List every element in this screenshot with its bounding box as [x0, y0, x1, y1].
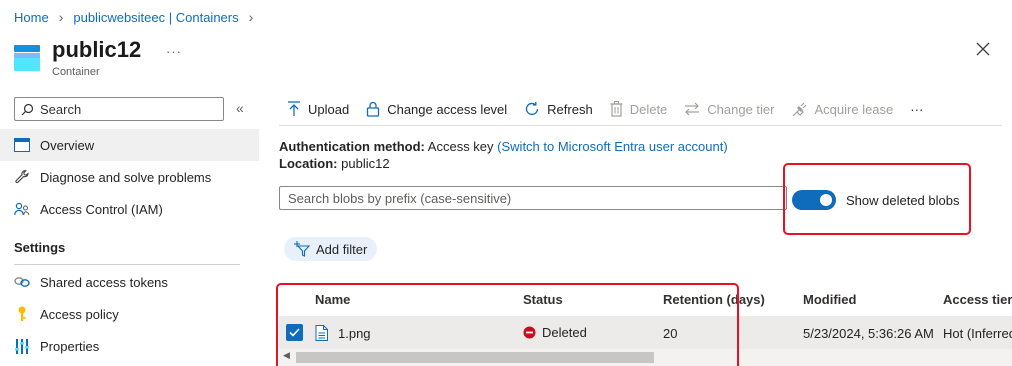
sidebar-item-access-control[interactable]: Access Control (IAM)	[0, 193, 259, 225]
delete-label: Delete	[629, 101, 668, 117]
column-header-modified[interactable]: Modified	[803, 292, 856, 307]
link-icon	[14, 274, 30, 290]
modified-cell: 5/23/2024, 5:36:26 AM	[803, 326, 934, 341]
refresh-button[interactable]: Refresh	[524, 101, 593, 117]
page-subtitle: Container	[52, 66, 100, 78]
location-label: Location:	[279, 156, 338, 171]
show-deleted-blobs-toggle[interactable]	[792, 190, 836, 210]
sidebar-item-label: Properties	[40, 338, 100, 354]
auth-value: Access key	[427, 139, 494, 154]
upload-label: Upload	[308, 101, 350, 117]
sidebar-item-label: Access Control (IAM)	[40, 201, 163, 217]
access-tier-cell: Hot (Inferred)	[943, 326, 1012, 341]
change-tier-label: Change tier	[707, 101, 775, 117]
add-filter-label: Add filter	[316, 241, 368, 257]
trash-icon	[610, 101, 623, 117]
acquire-lease-label: Acquire lease	[814, 101, 894, 117]
more-commands-button[interactable]: ···	[910, 102, 923, 117]
more-options-icon[interactable]: ···	[166, 44, 182, 59]
plug-icon	[792, 102, 806, 117]
search-icon	[21, 103, 34, 115]
toolbar-divider	[279, 125, 1002, 126]
highlight-box	[276, 283, 739, 366]
sidebar-item-properties[interactable]: Properties	[0, 330, 259, 362]
refresh-label: Refresh	[547, 101, 593, 117]
chevron-right-icon: ›	[248, 9, 254, 25]
sliders-icon	[14, 338, 30, 354]
sidebar-item-label: Overview	[40, 137, 95, 153]
change-tier-button[interactable]: Change tier	[684, 101, 775, 117]
change-access-level-button[interactable]: Change access level	[366, 101, 507, 117]
more-icon: ···	[910, 101, 924, 117]
key-icon	[14, 306, 30, 322]
column-header-access-tier[interactable]: Access tier	[943, 292, 1012, 307]
location: Location: public12	[279, 156, 390, 171]
location-value: public12	[341, 156, 390, 171]
sidebar-search-box[interactable]	[14, 97, 224, 121]
container-icon	[14, 45, 40, 71]
add-filter-button[interactable]: Add filter	[284, 237, 378, 261]
blob-search-input[interactable]	[288, 190, 778, 206]
filter-add-icon	[294, 241, 310, 257]
collapse-sidebar-icon[interactable]: «	[236, 100, 244, 116]
command-bar: Upload Change access level Refresh Delet…	[287, 98, 940, 120]
sidebar-item-overview[interactable]: Overview	[0, 129, 259, 161]
sidebar-item-shared-access-tokens[interactable]: Shared access tokens	[0, 266, 259, 298]
sidebar-item-access-policy[interactable]: Access policy	[0, 298, 259, 330]
people-icon	[14, 201, 30, 217]
refresh-icon	[526, 102, 539, 116]
breadcrumb: Home › publicwebsiteec | Containers ›	[14, 9, 253, 25]
settings-section-heading: Settings	[14, 240, 66, 255]
sidebar-search-input[interactable]	[40, 101, 210, 117]
wrench-icon	[14, 169, 30, 185]
close-icon[interactable]	[974, 40, 992, 58]
change-access-level-label: Change access level	[387, 101, 508, 117]
upload-button[interactable]: Upload	[287, 101, 349, 117]
swap-arrows-icon	[685, 102, 700, 116]
page-header: public12 Container	[14, 37, 141, 78]
sidebar-item-label: Access policy	[40, 306, 119, 322]
breadcrumb-containers-link[interactable]: publicwebsiteec | Containers	[73, 10, 238, 25]
sidebar-item-label: Shared access tokens	[40, 274, 168, 290]
chevron-right-icon: ›	[58, 9, 64, 25]
section-divider	[14, 264, 240, 265]
page-title: public12	[52, 37, 142, 62]
show-deleted-blobs-label: Show deleted blobs	[846, 192, 960, 208]
upload-icon	[288, 101, 300, 116]
auth-label: Authentication method:	[279, 139, 425, 154]
show-deleted-blobs-toggle-row: Show deleted blobs	[792, 190, 959, 210]
sidebar-item-label: Diagnose and solve problems	[40, 169, 212, 185]
blob-search-box[interactable]	[279, 186, 787, 210]
breadcrumb-home-link[interactable]: Home	[14, 10, 49, 25]
authentication-method: Authentication method: Access key (Switc…	[279, 139, 728, 154]
overview-icon	[14, 137, 30, 153]
sidebar-item-diagnose[interactable]: Diagnose and solve problems	[0, 161, 259, 193]
delete-button[interactable]: Delete	[610, 101, 668, 117]
acquire-lease-button[interactable]: Acquire lease	[792, 101, 894, 117]
lock-icon	[367, 101, 380, 117]
switch-auth-link[interactable]: (Switch to Microsoft Entra user account)	[497, 139, 727, 154]
